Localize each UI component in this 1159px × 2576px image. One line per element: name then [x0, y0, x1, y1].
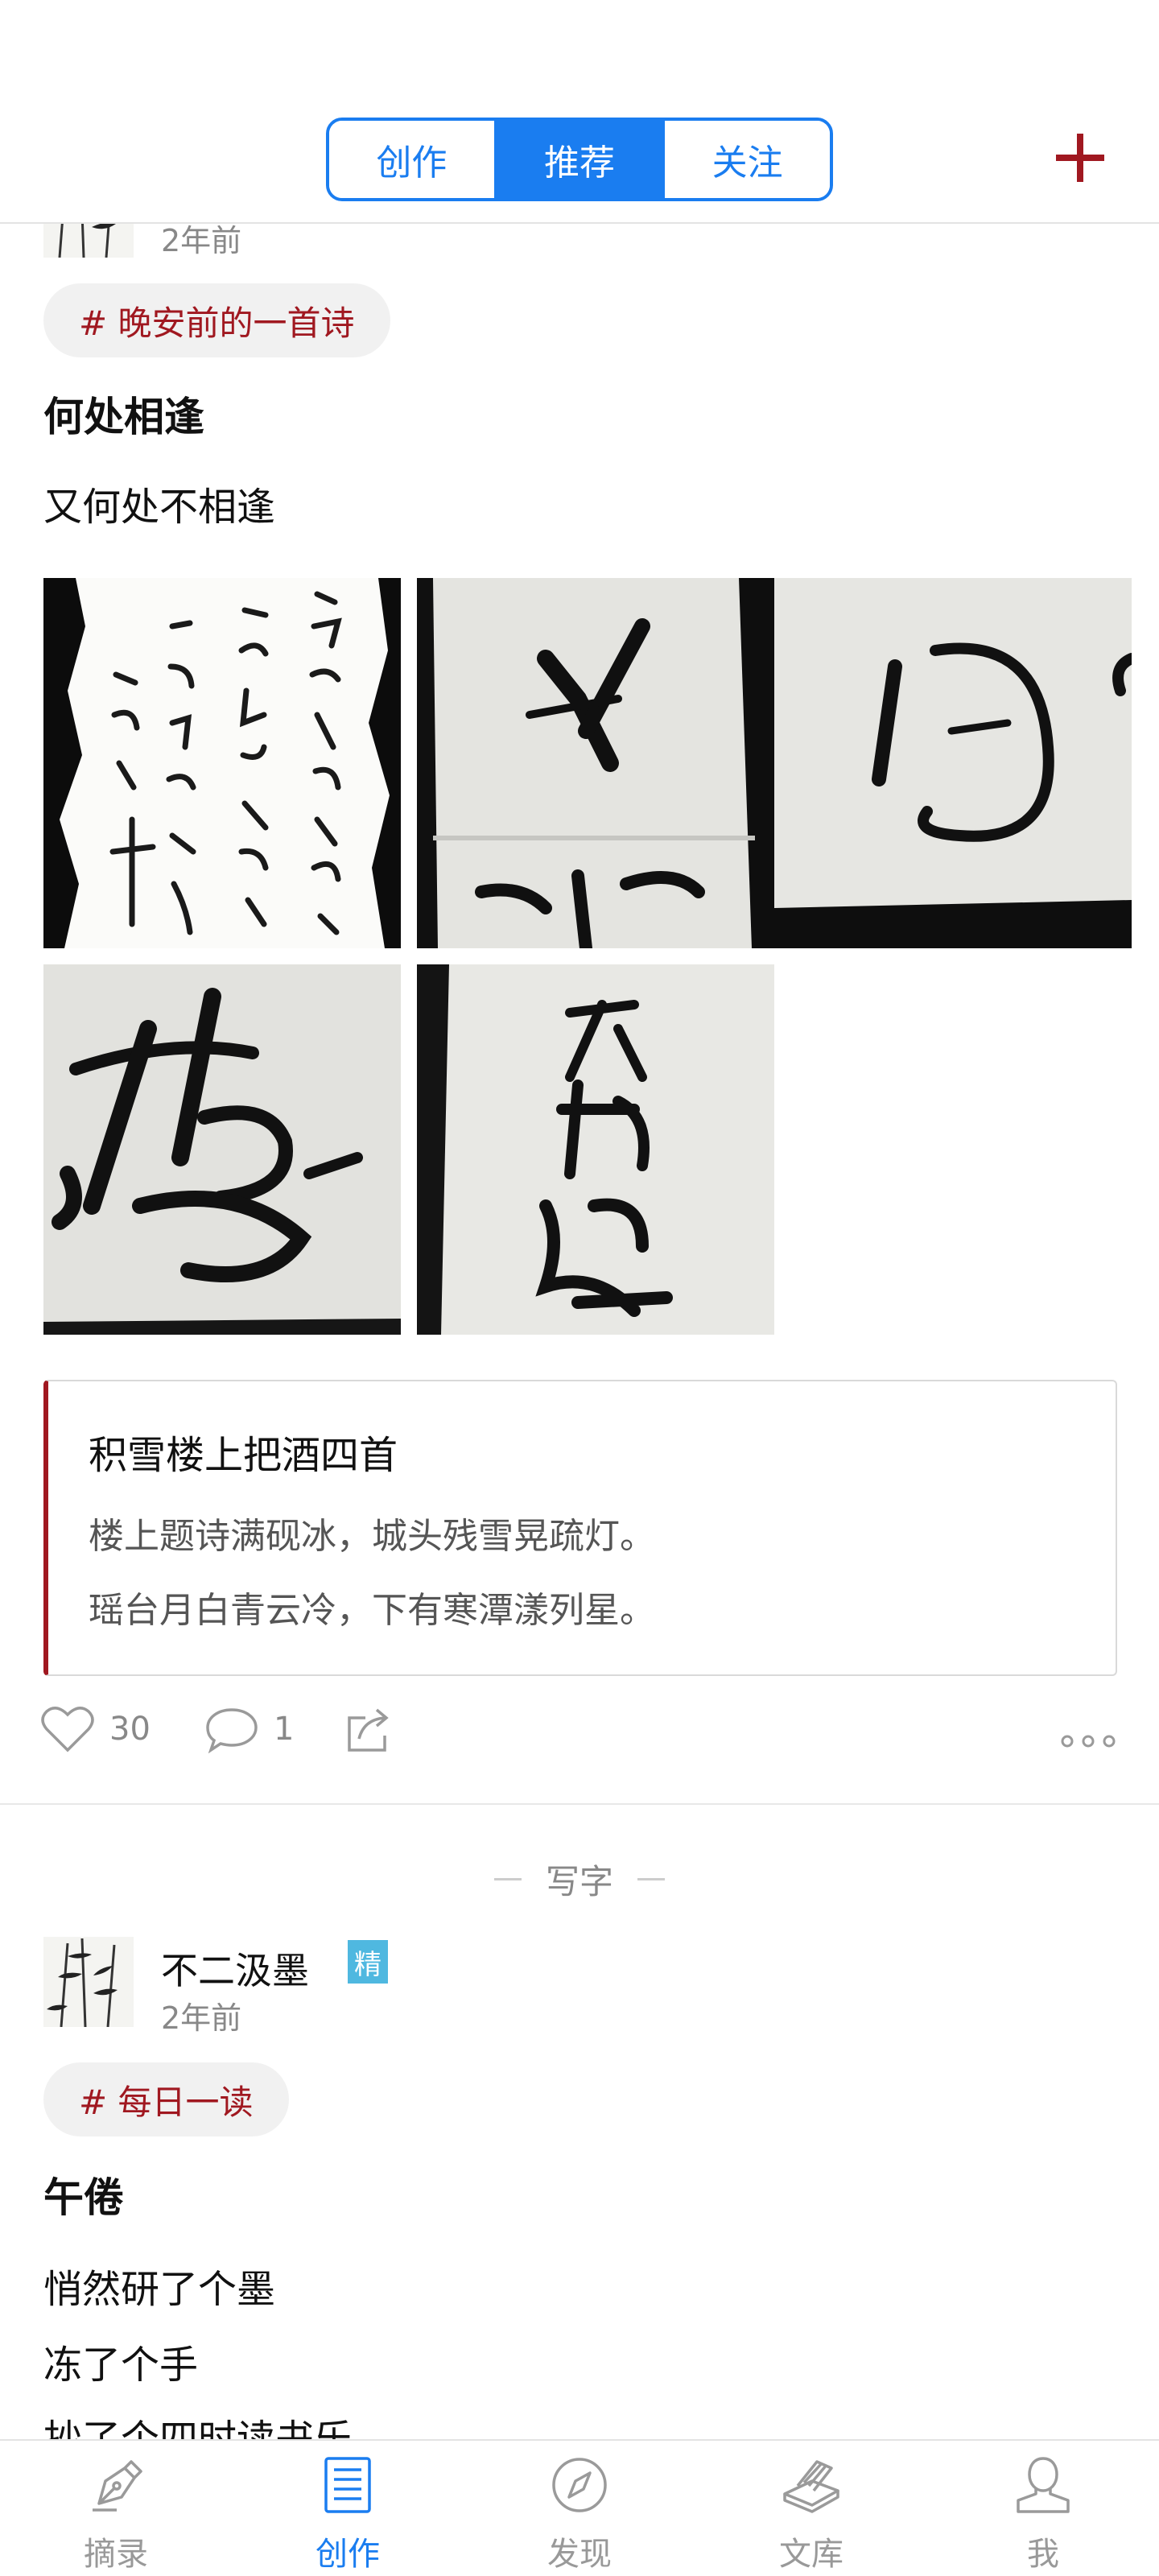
quote-line: 瑶台月白青云冷，下有寒潭漾列星。 — [89, 1590, 655, 1631]
section-title: 写字 — [545, 1861, 613, 1901]
quote-title: 积雪楼上把酒四首 — [89, 1433, 398, 1478]
post-title[interactable]: 何处相逢 — [43, 385, 204, 443]
divider-dash — [493, 1877, 522, 1880]
top-bar: 创作 推荐 关注 — [0, 0, 1159, 224]
nav-discover[interactable]: 发现 — [464, 2441, 695, 2576]
tab-recommend[interactable]: 推荐 — [493, 121, 662, 198]
feed-segmented-control: 创作 推荐 关注 — [326, 118, 833, 201]
post-divider — [0, 1803, 1159, 1805]
app-screen: 创作 推荐 关注 2年前 # 晚安前的一首诗 何处相逢 又何处不相逢 积雪楼上把… — [0, 0, 1159, 2576]
post-text-line[interactable]: 抄了个四时读书乐 — [43, 2407, 353, 2439]
comment-icon — [206, 1708, 258, 1753]
calligraphy-image — [417, 578, 774, 948]
comment-button[interactable]: 1 — [204, 1705, 294, 1753]
calligraphy-scroll-image — [43, 578, 401, 948]
nav-label: 发现 — [547, 2536, 612, 2573]
divider-dash — [637, 1877, 665, 1880]
person-icon — [1017, 2457, 1070, 2513]
nav-excerpt[interactable]: 摘录 — [0, 2441, 232, 2576]
tab-follow[interactable]: 关注 — [662, 121, 830, 198]
nav-library[interactable]: 文库 — [695, 2441, 927, 2576]
nav-me[interactable]: 我 — [927, 2441, 1159, 2576]
bamboo-avatar-icon — [47, 1938, 118, 2027]
post-image[interactable] — [774, 578, 1132, 948]
share-icon — [348, 1708, 389, 1752]
like-count: 30 — [109, 1711, 151, 1748]
calligraphy-image — [417, 964, 774, 1335]
topic-tag[interactable]: # 晚安前的一首诗 — [43, 283, 390, 357]
share-button[interactable] — [344, 1705, 393, 1753]
author-name[interactable]: 不二汲墨 — [161, 1942, 309, 1995]
topic-tag[interactable]: # 每日一读 — [43, 2062, 289, 2136]
post-text-line[interactable]: 冻了个手 — [43, 2333, 198, 2389]
avatar[interactable] — [43, 1937, 134, 2027]
nav-label: 我 — [1027, 2536, 1059, 2573]
post-time: 2年前 — [161, 2000, 242, 2036]
document-icon — [324, 2457, 371, 2513]
heart-icon — [41, 1707, 94, 1752]
pen-nib-icon — [93, 2460, 142, 2512]
quote-line: 楼上题诗满砚冰，城头残雪晃疏灯。 — [89, 1516, 655, 1557]
post-text-line[interactable]: 悄然研了个墨 — [43, 2257, 275, 2314]
plus-icon[interactable] — [1051, 129, 1109, 187]
post-image[interactable] — [417, 964, 774, 1335]
bamboo-avatar-icon — [58, 224, 116, 258]
post-image[interactable] — [417, 578, 774, 948]
post-image[interactable] — [43, 964, 401, 1335]
post-text-line[interactable]: 又何处不相逢 — [43, 475, 275, 531]
books-icon — [783, 2460, 839, 2513]
feed-list[interactable]: 2年前 # 晚安前的一首诗 何处相逢 又何处不相逢 积雪楼上把酒四首 楼上题诗满… — [0, 224, 1159, 2439]
post-title[interactable]: 午倦 — [43, 2165, 124, 2223]
like-button[interactable]: 30 — [40, 1705, 151, 1753]
post-image[interactable] — [43, 578, 401, 948]
section-label: 写字 — [0, 1855, 1159, 1903]
tab-create[interactable]: 创作 — [329, 121, 494, 198]
nav-label: 摘录 — [84, 2536, 148, 2573]
avatar[interactable] — [43, 224, 134, 258]
compass-icon — [552, 2458, 607, 2512]
post-time: 2年前 — [161, 224, 242, 258]
calligraphy-image — [43, 964, 401, 1335]
nav-label: 创作 — [316, 2536, 380, 2573]
calligraphy-image — [774, 578, 1132, 948]
more-options-icon[interactable] — [1059, 1729, 1117, 1753]
nav-create[interactable]: 创作 — [232, 2441, 464, 2576]
bottom-navigation: 摘录 创作 发现 文库 我 — [0, 2439, 1159, 2576]
comment-count: 1 — [274, 1711, 295, 1748]
nav-label: 文库 — [779, 2536, 843, 2573]
featured-badge: 精 — [348, 1940, 388, 1984]
quoted-poem-card[interactable]: 积雪楼上把酒四首 楼上题诗满砚冰，城头残雪晃疏灯。 瑶台月白青云冷，下有寒潭漾列… — [43, 1380, 1117, 1676]
